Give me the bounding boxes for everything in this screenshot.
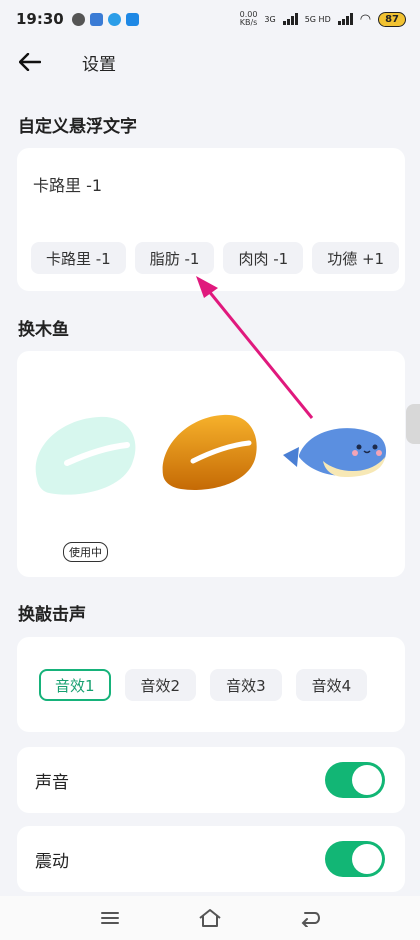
- net-speed-unit: KB/s: [239, 18, 258, 27]
- float-text-option[interactable]: 肉肉 -1: [223, 242, 304, 274]
- back-arrow-icon: [19, 53, 41, 71]
- back-button[interactable]: [0, 38, 60, 86]
- float-text-option[interactable]: 卡路里 -1: [31, 242, 126, 274]
- float-text-section-title: 自定义悬浮文字: [18, 117, 137, 137]
- sound-effect-option[interactable]: 音效2: [124, 669, 197, 701]
- whale-fish-option[interactable]: [279, 417, 391, 479]
- menu-nav-button[interactable]: [90, 898, 130, 938]
- page-title: 设置: [82, 54, 116, 75]
- signal-icon: [282, 13, 298, 25]
- system-nav-bar: [0, 896, 420, 940]
- wifi-icon: ◠: [359, 11, 372, 27]
- app-notification-icon: [107, 12, 121, 26]
- signal-icon: [337, 13, 353, 25]
- home-icon: [199, 909, 221, 927]
- app-notification-icon: [125, 12, 139, 26]
- back-nav-button[interactable]: [290, 898, 330, 938]
- sound-effect-option[interactable]: 音效4: [295, 669, 368, 701]
- vibration-label: 震动: [35, 851, 69, 872]
- sound-effect-option[interactable]: 音效3: [210, 669, 282, 701]
- network-1-label: 3G: [264, 14, 276, 24]
- vibration-setting-row: 震动: [17, 826, 405, 892]
- float-text-input[interactable]: 卡路里 -1: [33, 172, 102, 196]
- sound-label: 声音: [35, 772, 69, 793]
- vibration-toggle[interactable]: [325, 841, 385, 877]
- home-nav-button[interactable]: [190, 898, 230, 938]
- status-bar: 19:30 0.00 KB/s 3G 5G HD ◠ 87: [0, 0, 420, 38]
- float-text-options: 卡路里 -1 脂肪 -1 肉肉 -1 功德 +1: [31, 242, 400, 274]
- fish-section-title: 换木鱼: [18, 320, 69, 340]
- status-time: 19:30: [16, 10, 64, 28]
- sound-setting-row: 声音: [17, 747, 405, 813]
- orange-wooden-fish-option[interactable]: [157, 411, 261, 493]
- fish-card: 使用中: [17, 351, 405, 577]
- network-2-label: 5G HD: [304, 14, 331, 24]
- battery-indicator: 87: [378, 11, 406, 27]
- header: 设置: [0, 38, 420, 86]
- sound-toggle[interactable]: [325, 762, 385, 798]
- mint-wooden-fish-option[interactable]: [29, 409, 141, 499]
- status-right: 0.00 KB/s 3G 5G HD ◠ 87: [240, 11, 406, 27]
- notification-icons: [71, 12, 139, 26]
- sound-effect-card: 音效1 音效2 音效3 音效4: [17, 637, 405, 732]
- back-nav-icon: [301, 912, 321, 927]
- net-speed: 0.00 KB/s: [240, 11, 258, 27]
- sound-effect-options: 音效1 音效2 音效3 音效4: [39, 669, 368, 701]
- float-text-option[interactable]: 功德 +1: [312, 242, 400, 274]
- float-text-card: 卡路里 -1 卡路里 -1 脂肪 -1 肉肉 -1 功德 +1: [17, 148, 405, 291]
- floating-side-handle[interactable]: [406, 404, 420, 444]
- in-use-badge: 使用中: [63, 542, 108, 562]
- menu-icon: [101, 912, 119, 924]
- sound-effect-option-selected[interactable]: 音效1: [39, 669, 111, 701]
- app-notification-icon: [89, 12, 103, 26]
- sound-effect-section-title: 换敲击声: [18, 605, 86, 625]
- app-notification-icon: [71, 12, 85, 26]
- float-text-option[interactable]: 脂肪 -1: [134, 242, 215, 274]
